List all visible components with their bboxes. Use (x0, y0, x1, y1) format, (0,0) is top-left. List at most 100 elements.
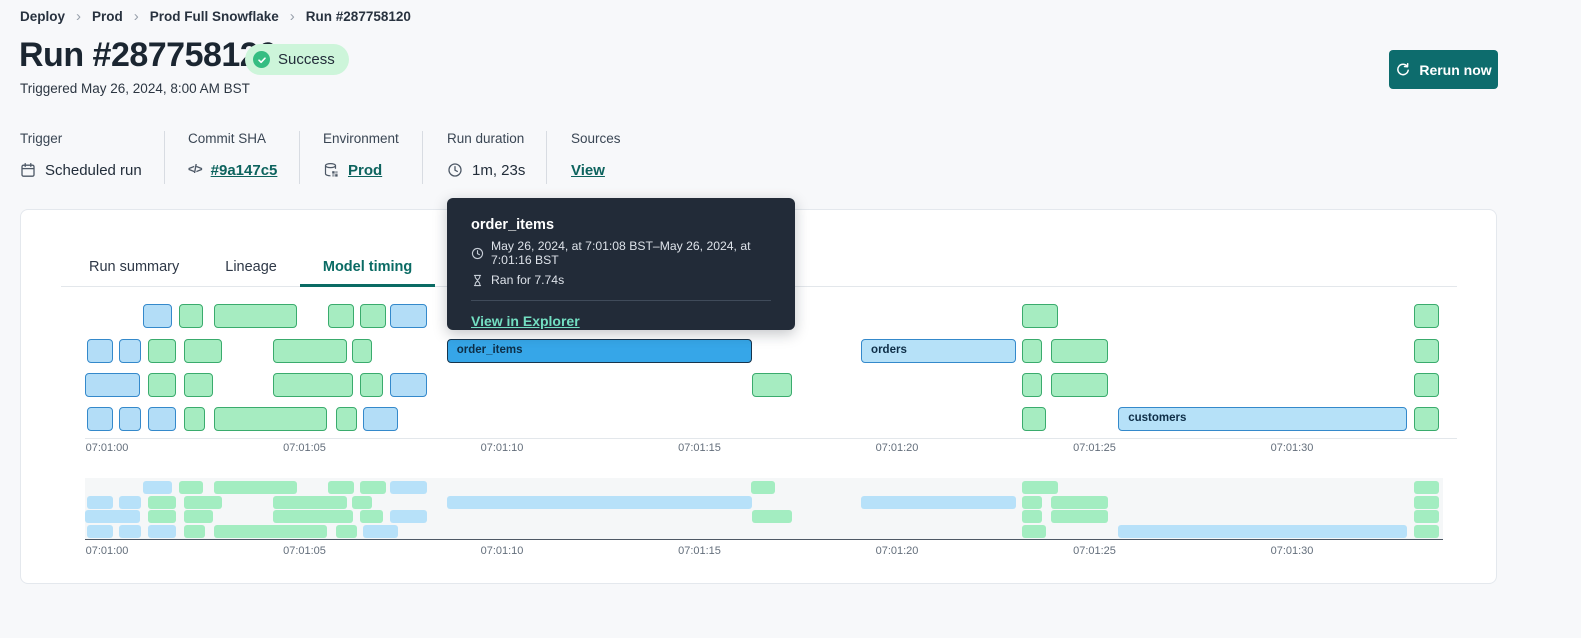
mini-bar (360, 481, 386, 494)
gantt-bar-orders[interactable]: orders (861, 339, 1016, 363)
gantt-bar[interactable] (327, 304, 354, 328)
gantt-bar[interactable] (118, 407, 141, 431)
mini-bar (750, 481, 776, 494)
gantt-bar[interactable] (336, 407, 358, 431)
gantt-bar-order_items[interactable]: order_items (446, 339, 753, 363)
mini-bar (1414, 510, 1439, 523)
model-tooltip: order_items May 26, 2024, at 7:01:08 BST… (447, 198, 795, 330)
axis-tick-label: 07:01:10 (480, 545, 524, 557)
gantt-bar[interactable] (86, 407, 113, 431)
gantt-bar[interactable] (1051, 373, 1108, 397)
gantt-bar[interactable] (84, 373, 141, 397)
gantt-bar[interactable] (1021, 304, 1058, 328)
gantt-bar[interactable] (272, 339, 348, 363)
gantt-bar[interactable] (148, 407, 177, 431)
mini-bar (389, 481, 427, 494)
gantt-bar[interactable] (362, 407, 399, 431)
axis-tick-label: 07:01:00 (85, 545, 129, 557)
gantt-bar[interactable] (118, 339, 141, 363)
mini-bar (184, 495, 222, 509)
gantt-bar[interactable] (178, 304, 203, 328)
bar-label: orders (871, 344, 907, 356)
mini-bar (389, 510, 427, 523)
mini-bar (184, 510, 213, 523)
mini-bar (272, 510, 354, 523)
gantt-bar[interactable] (1021, 373, 1042, 397)
axis-tick-label: 07:01:05 (283, 442, 326, 454)
gantt-bar[interactable] (148, 339, 177, 363)
mini-bar (84, 510, 141, 523)
mini-bar (272, 495, 348, 509)
mini-bar (1118, 524, 1407, 538)
gantt-bar[interactable] (752, 373, 792, 397)
tooltip-duration: Ran for 7.74s (491, 273, 565, 287)
main-axis-line (85, 438, 1457, 439)
view-in-explorer-link[interactable]: View in Explorer (471, 313, 580, 329)
gantt-bar[interactable] (214, 407, 327, 431)
gantt-bar[interactable] (1414, 373, 1439, 397)
gantt-bar[interactable] (1414, 407, 1439, 431)
bar-label: order_items (456, 344, 523, 356)
mini-bar (446, 495, 753, 509)
mini-bar (214, 481, 297, 494)
mini-bar (1021, 510, 1042, 523)
mini-bar (1414, 481, 1439, 494)
gantt-bar[interactable] (360, 304, 386, 328)
hourglass-icon (471, 274, 484, 287)
axis-tick-label: 07:01:25 (1073, 545, 1116, 557)
gantt-bar[interactable] (142, 304, 172, 328)
mini-bar (861, 495, 1016, 509)
axis-tick-label: 07:01:05 (283, 545, 326, 557)
gantt-bar[interactable] (1051, 339, 1108, 363)
gantt-bar[interactable] (148, 373, 177, 397)
axis-tick-label: 07:01:25 (1073, 442, 1116, 454)
gantt-bar[interactable] (1414, 304, 1439, 328)
gantt-bar[interactable] (389, 373, 427, 397)
mini-bar (118, 524, 141, 538)
mini-bar (184, 524, 205, 538)
gantt-bar[interactable] (184, 373, 213, 397)
gantt-bar[interactable] (360, 373, 384, 397)
mini-bar (148, 510, 177, 523)
mini-bar (142, 481, 172, 494)
tooltip-model-name: order_items (471, 217, 555, 233)
axis-tick-label: 07:01:15 (678, 442, 721, 454)
mini-bar (1021, 524, 1046, 538)
gantt-bar[interactable] (272, 373, 354, 397)
mini-bar (86, 495, 113, 509)
gantt-bar[interactable] (184, 339, 222, 363)
mini-bar (336, 524, 358, 538)
run-detail-page: Deploy › Prod › Prod Full Snowflake › Ru… (0, 0, 1581, 638)
gantt-bar[interactable] (1021, 407, 1046, 431)
gantt-bar[interactable] (184, 407, 205, 431)
gantt-bar[interactable] (351, 339, 373, 363)
mini-bar (214, 524, 327, 538)
mini-bar (362, 524, 399, 538)
gantt-bar-customers[interactable]: customers (1118, 407, 1407, 431)
mini-bar (1414, 524, 1439, 538)
clock-icon (471, 247, 484, 260)
mini-bar (1021, 495, 1042, 509)
mini-bar (351, 495, 373, 509)
mini-bar (148, 495, 177, 509)
mini-bar (752, 510, 792, 523)
mini-bar (148, 524, 177, 538)
axis-tick-label: 07:01:10 (480, 442, 524, 454)
gantt-bar[interactable] (86, 339, 113, 363)
gantt-bar[interactable] (214, 304, 297, 328)
mini-bar (1414, 495, 1439, 509)
axis-tick-label: 07:01:20 (875, 545, 919, 557)
mini-bar (360, 510, 384, 523)
mini-bar (118, 495, 141, 509)
gantt-bar[interactable] (389, 304, 427, 328)
axis-tick-label: 07:01:30 (1270, 442, 1314, 454)
gantt-bar[interactable] (1414, 339, 1439, 363)
bar-label: customers (1128, 412, 1187, 424)
axis-tick-label: 07:01:15 (678, 545, 721, 557)
mini-axis-line (85, 538, 1443, 540)
axis-tick-label: 07:01:20 (875, 442, 919, 454)
mini-bar (1021, 481, 1058, 494)
mini-bar (178, 481, 203, 494)
gantt-bar[interactable] (1021, 339, 1042, 363)
axis-tick-label: 07:01:30 (1270, 545, 1314, 557)
